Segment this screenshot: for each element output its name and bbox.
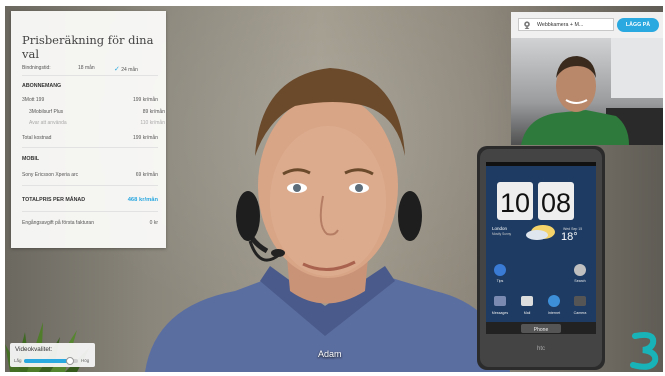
weather-text: Mostly Sunny	[492, 232, 512, 236]
binding-row: Bindningstid: 18 mån ✓ 24 mån	[22, 65, 158, 73]
binding-label: Bindningstid:	[22, 65, 51, 71]
mobile-header: MOBIL	[22, 156, 40, 162]
weather-city: London	[492, 226, 508, 231]
video-call-screen: Prisberäkning för dina val Bindningstid:…	[0, 0, 665, 376]
row-value: 89 kr/mån	[142, 109, 165, 115]
binding-option-24-label: 24 mån	[121, 67, 138, 73]
weather-temp: 18°	[561, 231, 578, 243]
app-label: Mail	[524, 311, 531, 315]
subscription-row: 3Mobilsurf Plus 89 kr/mån	[22, 109, 165, 115]
quality-low-label: Låg	[14, 358, 22, 363]
subscription-header: ABONNEMANG	[22, 83, 62, 89]
clock-minutes: 08	[541, 188, 571, 218]
self-figure	[521, 38, 663, 145]
cloud-icon	[526, 230, 548, 240]
row-value: 199 kr/mån	[132, 97, 158, 103]
row-value: 0 kr	[149, 220, 158, 226]
app-icon-tips	[494, 264, 506, 276]
subscription-row: 3Mott 199 199 kr/mån	[22, 97, 158, 103]
messages-icon	[494, 296, 506, 306]
video-quality-label: Videokvalitet:	[15, 346, 53, 353]
self-view-toolbar: Webbkamera + M... LÄGG PÅ	[511, 12, 663, 38]
internet-icon	[548, 295, 560, 307]
mobile-row: Sony Ericsson Xperia arc 69 kr/mån	[22, 172, 158, 178]
binding-option-18[interactable]: 18 mån	[78, 65, 95, 71]
slider-handle[interactable]	[65, 357, 74, 365]
caller-name: Adam	[318, 349, 342, 359]
row-label: 3Mobilsurf Plus	[29, 109, 64, 115]
row-label: Avar att använda	[29, 120, 67, 126]
row-label: Engångsavgift på första fakturan	[22, 220, 94, 226]
app-label: Internet	[548, 311, 560, 315]
app-label: Messages	[492, 311, 509, 315]
total-value: 468 kr/mån	[127, 197, 158, 203]
quality-high-label: Hög	[81, 358, 90, 363]
row-value: 199 kr/mån	[132, 135, 158, 141]
camera-select[interactable]: Webbkamera + M...	[518, 18, 614, 31]
phone-dock-label: Phone	[534, 327, 549, 333]
divider	[22, 147, 158, 148]
camera-icon	[574, 296, 586, 306]
self-view-window: Webbkamera + M... LÄGG PÅ	[511, 12, 663, 145]
webcam-icon	[524, 21, 530, 29]
app-icon-search	[574, 264, 586, 276]
binding-option-24[interactable]: ✓ 24 mån	[114, 65, 138, 73]
app-label: Tips	[497, 279, 504, 283]
app-label: Search	[574, 279, 585, 283]
app-label: Camera	[574, 311, 587, 315]
fee-row: Engångsavgift på första fakturan 0 kr	[22, 220, 158, 226]
subscription-row: Avar att använda 110 kr/mån	[22, 120, 165, 126]
divider	[22, 75, 158, 76]
row-label: 3Mott 199	[22, 97, 45, 103]
divider	[22, 211, 158, 212]
row-value: 110 kr/mån	[140, 120, 165, 126]
slider-fill	[24, 359, 70, 363]
total-row: TOTALPRIS PER MÅNAD 468 kr/mån	[22, 197, 158, 203]
clock-hours: 10	[500, 188, 530, 218]
self-video	[511, 38, 663, 145]
phone-brand: htc	[537, 346, 545, 352]
three-logo-icon	[630, 331, 659, 370]
phone-image: 10 08 London Mostly Sunny Wed Sep 15 18°…	[477, 146, 605, 370]
video-quality-slider[interactable]	[24, 357, 78, 365]
panel-title: Prisberäkning för dina val	[22, 33, 154, 61]
checkmark-icon: ✓	[114, 66, 120, 73]
row-label: Total kostnad	[22, 135, 52, 141]
hang-up-button[interactable]: LÄGG PÅ	[617, 18, 659, 32]
video-quality-control: Videokvalitet: Låg Hög	[10, 343, 95, 367]
total-label: TOTALPRIS PER MÅNAD	[22, 197, 86, 203]
subscription-total-row: Total kostnad 199 kr/mån	[22, 135, 158, 141]
row-label: Sony Ericsson Xperia arc	[22, 172, 79, 178]
row-value: 69 kr/mån	[135, 172, 158, 178]
mail-icon	[521, 296, 533, 306]
price-calculation-panel: Prisberäkning för dina val Bindningstid:…	[11, 11, 166, 248]
divider	[22, 185, 158, 186]
